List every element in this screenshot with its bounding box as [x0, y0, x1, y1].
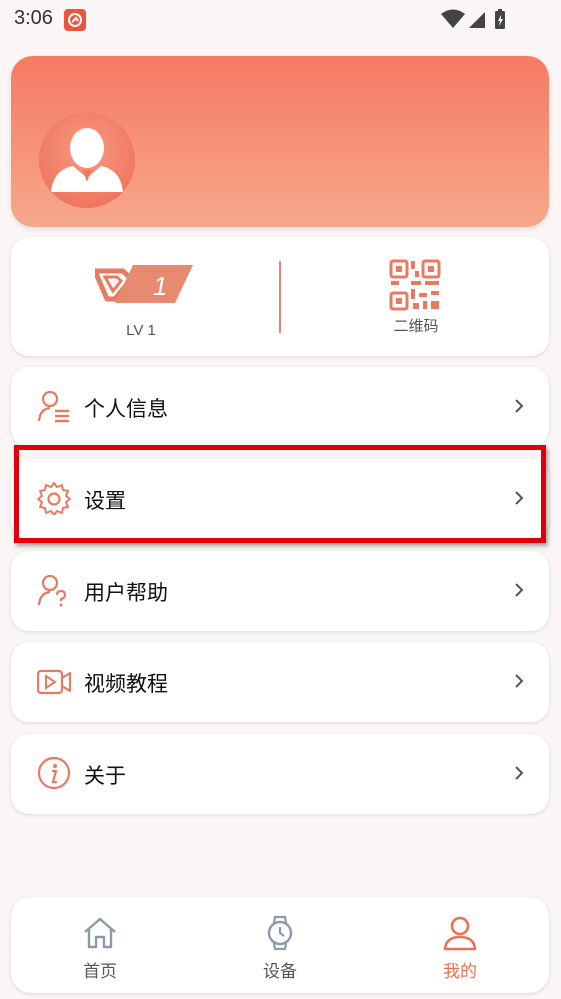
chevron-right-icon [515, 491, 524, 505]
info-icon [37, 756, 71, 790]
menu-label: 设置 [84, 489, 126, 513]
menu-label: 关于 [84, 764, 126, 788]
wifi-icon [441, 9, 465, 28]
level-badge-number: 1 [153, 271, 167, 301]
level-section[interactable]: 1 LV 1 [71, 237, 241, 356]
menu-label: 个人信息 [84, 397, 168, 421]
user-silhouette-icon [51, 128, 123, 192]
status-indicators [441, 8, 521, 36]
chevron-right-icon [515, 674, 524, 688]
menu-label: 用户帮助 [84, 581, 168, 605]
profile-icon [443, 916, 477, 951]
menu-item-personal-info[interactable]: 个人信息 [11, 367, 549, 447]
nav-label: 设备 [263, 962, 297, 982]
chevron-right-icon [515, 766, 524, 780]
level-qr-card: 1 LV 1 二维码 [11, 237, 549, 356]
bottom-nav-bar: 首页 设备 我的 [11, 897, 549, 993]
menu-item-user-help[interactable]: 用户帮助 [11, 551, 549, 631]
user-info-icon [37, 390, 69, 423]
level-label: LV 1 [126, 322, 156, 339]
card-divider [279, 261, 281, 333]
level-badge-icon: 1 [95, 265, 193, 303]
status-bar: 3:06 [0, 0, 561, 40]
app-notification-icon [64, 9, 86, 31]
chevron-right-icon [515, 399, 524, 413]
qr-label: 二维码 [393, 317, 439, 335]
nav-item-device[interactable]: 设备 [220, 897, 340, 993]
signal-icon [469, 12, 485, 28]
nav-item-home[interactable]: 首页 [40, 897, 160, 993]
menu-label: 视频教程 [84, 672, 168, 696]
watch-icon [267, 915, 293, 951]
nav-label: 我的 [443, 962, 477, 982]
menu-item-about[interactable]: 关于 [11, 734, 549, 814]
nav-item-mine[interactable]: 我的 [400, 897, 520, 993]
profile-header-card [11, 56, 549, 227]
status-time: 3:06 [14, 7, 53, 29]
avatar[interactable] [39, 112, 135, 208]
qr-code-icon [389, 259, 441, 311]
video-icon [37, 669, 71, 695]
nav-label: 首页 [83, 962, 117, 982]
menu-item-settings[interactable]: 设置 [11, 459, 549, 539]
user-help-icon [37, 574, 67, 607]
chevron-right-icon [515, 583, 524, 597]
qr-section[interactable]: 二维码 [361, 237, 471, 356]
gear-icon [37, 482, 71, 515]
menu-item-video-tutorial[interactable]: 视频教程 [11, 642, 549, 722]
home-icon [84, 917, 116, 949]
battery-icon [495, 9, 505, 29]
